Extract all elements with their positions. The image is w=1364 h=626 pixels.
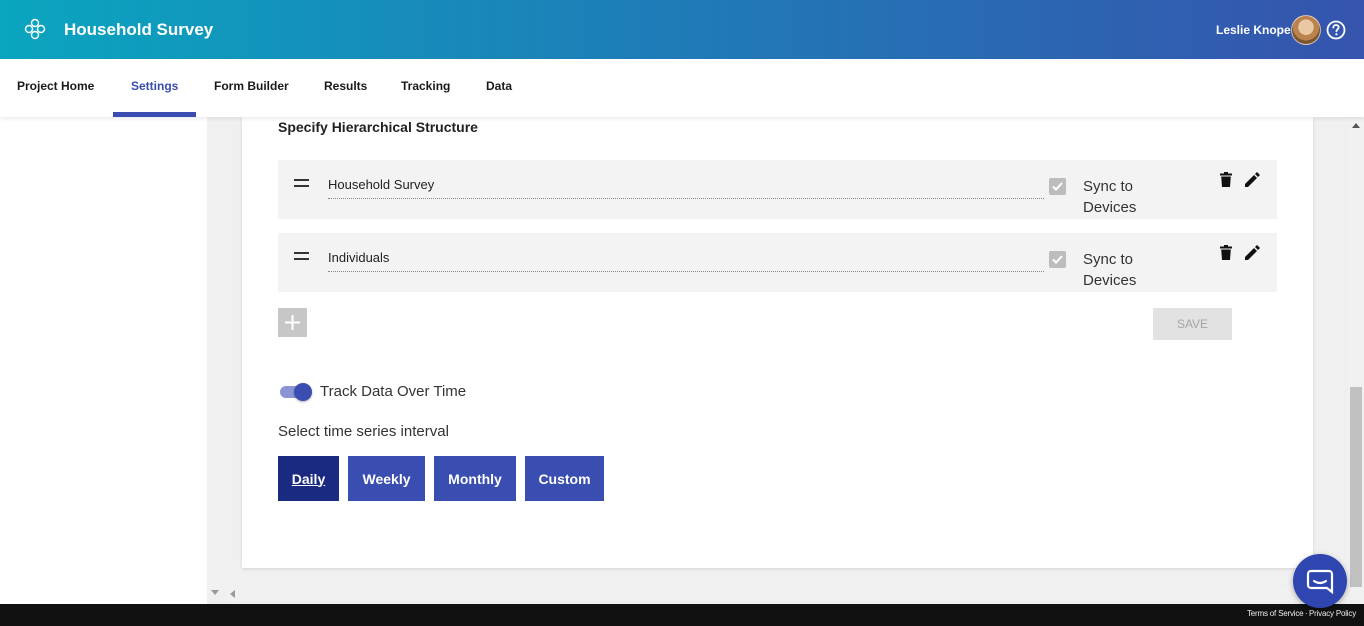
trash-icon[interactable] [1220,245,1232,260]
footer-separator: · [1305,609,1308,618]
toggle-label: Track Data Over Time [320,383,467,400]
drag-handle-icon[interactable] [294,179,309,187]
track-data-toggle[interactable] [280,383,312,401]
interval-monthly-button[interactable]: Monthly [434,456,516,501]
privacy-link[interactable]: Privacy Policy [1309,609,1356,618]
level-name-field[interactable]: Individuals [328,248,1044,272]
hierarchy-row: Household Survey Sync to Devices [278,160,1277,219]
chat-button[interactable] [1293,554,1347,608]
interval-daily-button[interactable]: Daily [278,456,339,501]
footer: Terms of Service · Privacy Policy [0,604,1364,626]
active-tab-indicator [113,112,196,117]
vertical-scrollbar[interactable] [1348,117,1364,604]
toggle-knob [294,383,312,401]
scroll-up-arrow-icon[interactable] [1352,123,1360,128]
sync-checkbox[interactable] [1049,178,1066,195]
tab-data[interactable]: Data [486,59,512,117]
sync-label: Sync to Devices [1083,178,1137,216]
question-circle-icon[interactable] [1326,20,1346,40]
plus-icon [285,315,300,330]
pencil-icon[interactable] [1245,172,1260,187]
user-name[interactable]: Leslie Knope [1216,23,1291,37]
tab-form-builder[interactable]: Form Builder [214,59,289,117]
tab-project-home[interactable]: Project Home [17,59,94,117]
flower-logo-icon[interactable] [23,17,47,41]
interval-label: Select time series interval [278,423,449,440]
scrollbar-thumb[interactable] [1350,387,1362,587]
save-button[interactable]: SAVE [1153,308,1232,340]
tab-settings[interactable]: Settings [131,59,178,117]
horizontal-scrollbar[interactable] [228,587,1348,601]
sidebar [0,117,207,604]
trash-icon[interactable] [1220,172,1232,187]
drag-handle-icon[interactable] [294,252,309,260]
avatar[interactable] [1291,15,1321,45]
scroll-down-arrow-icon[interactable] [211,590,219,595]
sync-label: Sync to Devices [1083,251,1137,289]
level-name-field[interactable]: Household Survey [328,175,1044,199]
scroll-left-arrow-icon[interactable] [230,590,235,598]
chat-icon [1306,569,1334,595]
sync-checkbox[interactable] [1049,251,1066,268]
interval-weekly-button[interactable]: Weekly [348,456,425,501]
add-level-button[interactable] [278,308,307,337]
tab-results[interactable]: Results [324,59,367,117]
main-nav: Project Home Settings Form Builder Resul… [0,59,1364,117]
hierarchy-row: Individuals Sync to Devices [278,233,1277,292]
app-title[interactable]: Household Survey [64,20,213,40]
terms-link[interactable]: Terms of Service [1247,609,1304,618]
app-header: Household Survey Leslie Knope [0,0,1364,59]
interval-custom-button[interactable]: Custom [525,456,604,501]
section-title: Specify Hierarchical Structure [278,119,478,135]
pencil-icon[interactable] [1245,245,1260,260]
tab-tracking[interactable]: Tracking [401,59,450,117]
